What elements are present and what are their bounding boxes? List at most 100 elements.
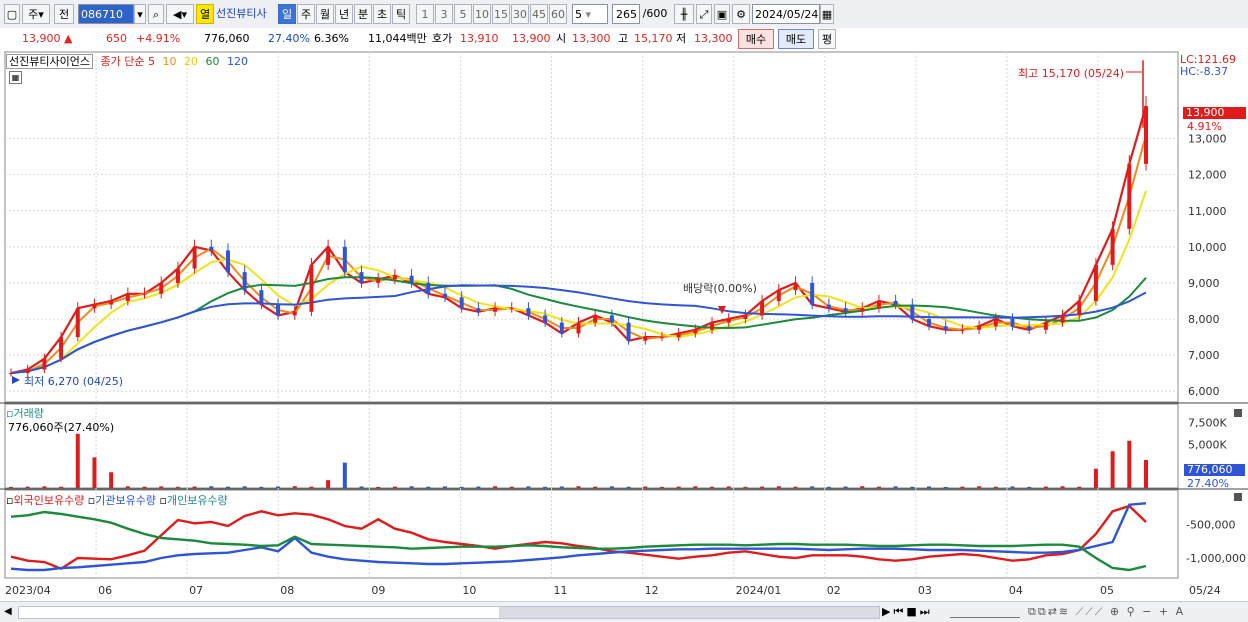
interval-tab-5[interactable]: 5 (454, 4, 472, 24)
stock-chart[interactable]: 13,000 12,000 11,000 10,000 9,000 8,000 7,000 6… (0, 50, 1248, 601)
chart-tools[interactable]: ⧉⧉⇄≋ ⟋⟋⟋ ⊕ ⚲ − + A (1028, 605, 1185, 619)
candle (893, 300, 898, 305)
view-count-input[interactable]: 265 (612, 4, 640, 24)
calendar-icon[interactable]: ▦ (820, 4, 834, 24)
period-tab-4[interactable]: 분 (354, 4, 372, 24)
volume-bar (643, 486, 648, 488)
volume-bar (1144, 460, 1148, 488)
draw-icon[interactable]: ⤢ (696, 4, 712, 24)
volume-bar (776, 486, 781, 488)
period-tab-6[interactable]: 틱 (392, 4, 410, 24)
period-tab-5[interactable]: 초 (373, 4, 391, 24)
volume-bar (943, 486, 948, 488)
ma20-legend: 20 (183, 55, 198, 68)
candle (876, 300, 881, 309)
interval-tab-10[interactable]: 10 (473, 4, 491, 24)
scroll-left-icon[interactable]: ◀ (4, 606, 12, 617)
candle (142, 293, 147, 295)
interval-tab-15[interactable]: 15 (492, 4, 510, 24)
change-pct: +4.91% (136, 32, 181, 45)
volume-bar (893, 486, 898, 488)
save-icon[interactable]: ▣ (714, 4, 730, 24)
volume-bar (826, 486, 831, 488)
volume-bar (693, 486, 698, 488)
institution-legend: 기관보유수량 (95, 494, 156, 507)
candle (1093, 264, 1098, 301)
sound-icon[interactable]: ◀▾ (166, 4, 194, 24)
volume: 776,060 (204, 32, 250, 45)
candle (710, 322, 715, 330)
price-box: 13,900 (1183, 107, 1246, 119)
individual-legend: 개인보유수량 (166, 494, 228, 507)
price: 13,900 (22, 32, 61, 45)
candle (543, 315, 548, 323)
x-tick-label: 03 (918, 584, 932, 597)
x-tick-label: 10 (462, 584, 476, 597)
interval-tab-60[interactable]: 60 (549, 4, 567, 24)
interval-tab-3[interactable]: 3 (435, 4, 453, 24)
volume-bar (42, 486, 47, 488)
candle-icon[interactable]: ╫ (674, 4, 694, 24)
volume-bar (927, 486, 932, 488)
interval-tab-30[interactable]: 30 (511, 4, 529, 24)
code-input[interactable]: 086710 (78, 4, 134, 24)
playback-controls[interactable]: ▶⏮■⏭ (882, 605, 933, 619)
candle (459, 297, 464, 309)
volume-bar (292, 486, 297, 488)
volume-bar (810, 486, 815, 488)
code-dropdown-icon[interactable]: ▾ (134, 4, 146, 24)
view-total: /600 (642, 7, 668, 20)
interval-tab-45[interactable]: 45 (530, 4, 548, 24)
candle (927, 319, 932, 327)
eval-button[interactable]: 평 (818, 29, 836, 49)
ma120-legend: 120 (226, 55, 248, 68)
sell-button[interactable]: 매도 (778, 29, 814, 49)
ma-legend-label: 종가 단순 (100, 55, 145, 68)
candle (609, 315, 614, 323)
count-select[interactable]: 5 ▾ (572, 4, 608, 24)
amount: 11,044백만 (368, 32, 427, 45)
volume-bar (860, 486, 865, 488)
stock-name: 선진뷰티사 (216, 7, 267, 20)
candle (943, 326, 948, 330)
volume-bar (743, 486, 748, 488)
x-tick-label: 08 (280, 584, 294, 597)
search-icon[interactable]: ⌕ (148, 4, 164, 24)
stock-title[interactable]: 선진뷰티사이언스 (6, 54, 93, 69)
scroll-thumb[interactable] (499, 607, 879, 618)
candle (843, 308, 848, 312)
zoom-slider[interactable] (950, 605, 1020, 618)
volume-bar (609, 486, 614, 488)
period-tab-3[interactable]: 년 (335, 4, 353, 24)
volume-bar (459, 486, 464, 488)
cycle-button[interactable]: 전 (54, 4, 74, 24)
buy-button[interactable]: 매수 (738, 29, 774, 49)
volume-bar (25, 486, 30, 488)
candle (426, 282, 431, 294)
highlight-label[interactable]: 열 (196, 4, 214, 24)
candle (977, 326, 982, 330)
table-icon[interactable]: ▦ (9, 71, 22, 84)
period-tab-1[interactable]: 주 (297, 4, 315, 24)
period-tab-0[interactable]: 일 (278, 4, 296, 24)
interval-tab-1[interactable]: 1 (416, 4, 434, 24)
low-label: 저 (676, 32, 687, 45)
volume-bar (1093, 468, 1098, 488)
type-select[interactable]: 주▾ (22, 4, 50, 24)
candle (209, 246, 214, 251)
window-icon[interactable]: ▢ (4, 4, 20, 24)
volume-bar (576, 486, 581, 488)
bid: 13,910 (460, 32, 499, 45)
gear-icon[interactable]: ⚙ (732, 4, 750, 24)
volume-pct-box: 27.40% (1187, 477, 1229, 490)
volume-bar (1127, 440, 1132, 488)
candle (1010, 319, 1015, 327)
date-input[interactable]: 2024/05/24 (752, 4, 820, 24)
candle (125, 293, 130, 301)
y-tick-label: 6,000 (1188, 385, 1220, 398)
volume-bar (242, 486, 247, 488)
candle (826, 304, 831, 309)
period-tab-2[interactable]: 월 (316, 4, 334, 24)
scroll-track[interactable] (18, 606, 880, 619)
candle (793, 282, 798, 291)
